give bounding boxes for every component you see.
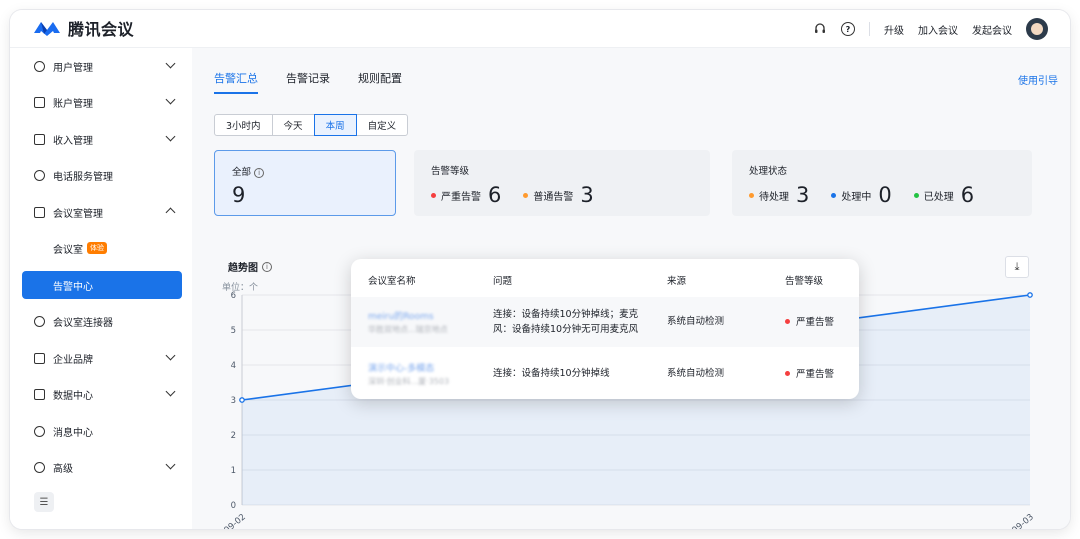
sidebar-item-label: 消息中心	[53, 427, 93, 439]
chevron-up-icon	[165, 207, 176, 218]
top-actions: ? 升级 加入会议 发起会议	[813, 18, 1048, 40]
app-window: 腾讯会议 ? 升级 加入会议 发起会议 用户管理 账户管理 收入管理 电话服务管…	[10, 10, 1070, 529]
chevron-down-icon	[165, 386, 176, 397]
chevron-down-icon	[165, 459, 176, 470]
advanced-icon	[34, 461, 45, 473]
sidebar-item-label: 高级	[53, 463, 73, 475]
table-row[interactable]: meiru的Rooms 华胜双地点...瑞京地点 连接：设备持续10分钟掉线；麦…	[351, 297, 859, 347]
collapse-sidebar-icon[interactable]: ☰	[34, 492, 54, 512]
upgrade-link[interactable]: 升级	[884, 22, 904, 37]
bell-icon	[34, 425, 45, 437]
wallet-icon	[34, 133, 45, 145]
sidebar-item-messages[interactable]: 消息中心	[22, 417, 182, 445]
severity-badge: 严重告警	[785, 314, 834, 328]
severity-badge: 严重告警	[785, 366, 834, 380]
avatar[interactable]	[1026, 18, 1048, 40]
room-location: 深圳·创业科...厦·3503	[368, 377, 450, 386]
trial-badge: 体验	[87, 242, 107, 254]
app-logo[interactable]: 腾讯会议	[32, 16, 134, 40]
start-meeting-link[interactable]: 发起会议	[972, 22, 1012, 37]
chevron-down-icon	[165, 131, 176, 142]
tencent-meeting-logo-icon	[34, 22, 60, 36]
x-tick-label: 09-03	[1010, 512, 1035, 529]
sidebar-item-label: 账户管理	[53, 98, 93, 110]
sidebar-item-users[interactable]: 用户管理	[22, 52, 182, 80]
sidebar-item-alert-center[interactable]: 告警中心	[22, 271, 182, 299]
data-icon	[34, 388, 45, 400]
issue-text: 连接：设备持续10分钟掉线	[493, 368, 610, 379]
y-tick-label: 1	[231, 466, 236, 476]
user-icon	[34, 60, 45, 72]
room-location: 华胜双地点...瑞京地点	[368, 325, 448, 334]
table-row[interactable]: 演示中心-多模态 深圳·创业科...厦·3503 连接：设备持续10分钟掉线 系…	[351, 349, 859, 399]
data-point	[239, 397, 245, 403]
sidebar-item-label: 会议室管理	[53, 208, 103, 220]
source-text: 系统自动检测	[667, 316, 725, 327]
range-this-week[interactable]: 本周	[313, 114, 357, 136]
link-icon	[34, 315, 45, 327]
sidebar: 用户管理 账户管理 收入管理 电话服务管理 会议室管理 会议室 体验 告警中心	[10, 48, 192, 529]
help-icon[interactable]: ?	[841, 22, 855, 36]
sidebar-item-label: 告警中心	[53, 281, 93, 293]
sidebar-item-label: 企业品牌	[53, 354, 93, 366]
sidebar-item-accounts[interactable]: 账户管理	[22, 88, 182, 116]
join-meeting-link[interactable]: 加入会议	[918, 22, 958, 37]
sidebar-item-meeting-room[interactable]: 会议室 体验	[22, 234, 182, 262]
col-header-source: 来源	[667, 276, 687, 287]
divider	[869, 22, 870, 36]
data-point	[1027, 292, 1033, 298]
y-tick-label: 6	[231, 291, 236, 301]
y-tick-label: 2	[231, 431, 236, 441]
phone-icon	[34, 169, 45, 181]
headset-icon[interactable]	[813, 22, 827, 36]
y-tick-label: 3	[231, 396, 236, 406]
x-tick-label: 09-02	[222, 512, 247, 529]
sidebar-item-connector[interactable]: 会议室连接器	[22, 307, 182, 335]
sidebar-item-label: 用户管理	[53, 62, 93, 74]
top-bar: 腾讯会议 ? 升级 加入会议 发起会议	[10, 10, 1070, 48]
severe-dot-icon	[785, 370, 790, 376]
sidebar-item-advanced[interactable]: 高级	[22, 453, 182, 481]
app-title: 腾讯会议	[68, 20, 135, 39]
y-tick-label: 4	[231, 361, 236, 371]
chevron-down-icon	[165, 58, 176, 69]
y-tick-label: 0	[231, 501, 236, 511]
room-name-link[interactable]: meiru的Rooms	[368, 309, 434, 322]
sidebar-item-label: 会议室连接器	[53, 317, 113, 329]
col-header-room: 会议室名称	[368, 276, 416, 287]
source-text: 系统自动检测	[667, 368, 725, 379]
sidebar-item-label: 收入管理	[53, 135, 93, 147]
alert-detail-popup: 会议室名称 问题 来源 告警等级 meiru的Rooms 华胜双地点...瑞京地…	[351, 259, 859, 399]
card-icon	[34, 96, 45, 108]
issue-text: 连接：设备持续10分钟掉线；麦克 风：设备持续10分钟无可用麦克风	[493, 309, 639, 335]
sidebar-item-phone[interactable]: 电话服务管理	[22, 161, 182, 189]
brand-icon	[34, 352, 45, 364]
sidebar-item-meeting-room-mgmt[interactable]: 会议室管理	[22, 198, 182, 226]
sidebar-item-data[interactable]: 数据中心	[22, 380, 182, 408]
meeting-room-icon	[34, 206, 45, 218]
sidebar-item-label: 会议室	[53, 244, 83, 256]
col-header-level: 告警等级	[785, 276, 824, 287]
chevron-down-icon	[165, 350, 176, 361]
sidebar-item-income[interactable]: 收入管理	[22, 125, 182, 153]
severe-dot-icon	[785, 318, 790, 324]
col-header-issue: 问题	[493, 276, 513, 287]
chevron-down-icon	[165, 94, 176, 105]
sidebar-item-label: 数据中心	[53, 390, 93, 402]
room-name-link[interactable]: 演示中心-多模态	[368, 361, 434, 374]
sidebar-item-label: 电话服务管理	[53, 171, 113, 183]
y-tick-label: 5	[231, 326, 236, 336]
sidebar-item-brand[interactable]: 企业品牌	[22, 344, 182, 372]
